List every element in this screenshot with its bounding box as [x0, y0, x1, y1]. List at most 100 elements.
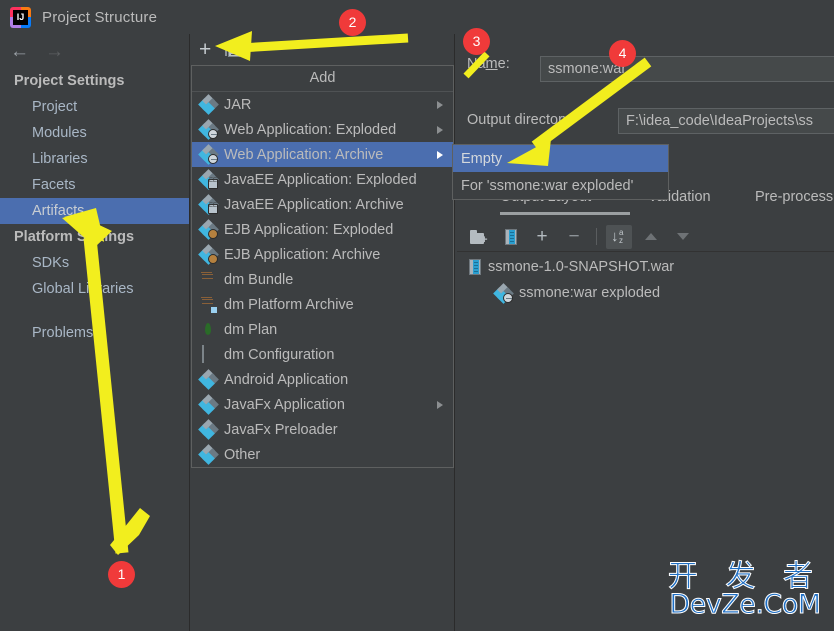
menu-item-ejb-application-exploded[interactable]: EJB Application: Exploded	[192, 217, 453, 242]
menu-item-web-application-archive[interactable]: Web Application: Archive	[192, 142, 453, 167]
artifacts-toolbar: +	[191, 34, 454, 65]
add-menu-header: Add	[192, 66, 453, 92]
sidebar-item-project[interactable]: Project	[0, 94, 189, 120]
page-title: Project Structure	[42, 8, 158, 26]
add-directory-icon[interactable]: +	[465, 225, 491, 249]
artifact-icon	[198, 394, 219, 415]
menu-item-label: Web Application: Exploded	[224, 121, 397, 138]
annotation-badge-4: 4	[609, 40, 636, 67]
dm-platform-icon	[200, 296, 218, 314]
menu-item-label: Android Application	[224, 371, 349, 388]
name-input[interactable]: ssmone:war	[540, 56, 834, 82]
menu-item-javaee-application-exploded[interactable]: JavaEE Application: Exploded	[192, 167, 453, 192]
tree-row[interactable]: ssmone-1.0-SNAPSHOT.war	[457, 254, 834, 280]
sidebar-group-project-settings: Project Settings	[14, 73, 125, 89]
sidebar-item-artifacts[interactable]: Artifacts	[0, 198, 189, 224]
menu-item-label: Other	[224, 446, 261, 463]
project-structure-dialog: IJ Project Structure ← → Project Setting…	[0, 0, 834, 631]
javaee-artifact-icon	[198, 194, 219, 215]
add-artifact-menu: Add JAR Web Application: Exploded Web Ap…	[191, 65, 454, 468]
sidebar-item-global-libraries[interactable]: Global Libraries	[0, 276, 189, 302]
title-bar: IJ Project Structure	[0, 0, 834, 34]
web-artifact-icon	[198, 119, 219, 140]
output-directory-row: Output directory:	[467, 111, 574, 129]
list-icon[interactable]	[225, 42, 241, 57]
dm-config-icon	[200, 345, 217, 363]
sidebar-item-modules[interactable]: Modules	[0, 120, 189, 146]
submenu-item-for-exploded[interactable]: For 'ssmone:war exploded'	[453, 172, 668, 199]
menu-item-label: JavaFx Application	[224, 396, 345, 413]
submenu-item-empty[interactable]: Empty	[453, 145, 668, 172]
dm-plan-icon	[200, 321, 217, 338]
sidebar-item-facets[interactable]: Facets	[0, 172, 189, 198]
move-up-icon[interactable]	[638, 225, 664, 249]
output-layout-tree: ssmone-1.0-SNAPSHOT.war ssmone:war explo…	[457, 254, 834, 306]
nav-arrows: ← →	[0, 34, 189, 68]
menu-item-javaee-application-archive[interactable]: JavaEE Application: Archive	[192, 192, 453, 217]
artifact-icon	[198, 419, 219, 440]
artifact-details-panel: Name: ssmone:war Output directory: F:\id…	[455, 34, 834, 631]
plus-icon[interactable]: +	[199, 39, 211, 60]
artifact-icon	[198, 444, 219, 465]
sidebar-item-sdks[interactable]: SDKs	[0, 250, 189, 276]
menu-item-label: JAR	[224, 96, 252, 113]
settings-sidebar: ← → Project Settings Project Modules Lib…	[0, 34, 190, 631]
war-archive-icon	[469, 259, 481, 275]
artifact-icon	[198, 369, 219, 390]
tree-item-label: ssmone:war exploded	[519, 285, 661, 301]
arrow-right-icon[interactable]: →	[45, 42, 64, 61]
menu-item-label: dm Bundle	[224, 271, 294, 288]
javaee-artifact-icon	[198, 169, 219, 190]
dm-bundle-icon	[200, 271, 217, 288]
web-artifact-icon	[493, 282, 514, 304]
sidebar-item-problems[interactable]: Problems	[0, 320, 189, 346]
menu-item-javafx-application[interactable]: JavaFx Application	[192, 392, 453, 417]
chevron-right-icon	[437, 150, 443, 159]
menu-item-other[interactable]: Other	[192, 442, 453, 467]
menu-item-dm-plan[interactable]: dm Plan	[192, 317, 453, 342]
output-layout-toolbar: + + − ↓ a z	[457, 222, 834, 252]
menu-item-ejb-application-archive[interactable]: EJB Application: Archive	[192, 242, 453, 267]
tab-pre-processing[interactable]: Pre-processing	[755, 189, 834, 205]
move-down-icon[interactable]	[670, 225, 696, 249]
tree-item-label: ssmone-1.0-SNAPSHOT.war	[488, 259, 675, 275]
web-artifact-icon	[198, 144, 219, 165]
chevron-right-icon	[437, 400, 443, 409]
chevron-right-icon	[437, 125, 443, 134]
add-archive-icon[interactable]	[497, 225, 523, 249]
intellij-idea-icon: IJ	[10, 6, 31, 28]
chevron-right-icon	[437, 100, 443, 109]
menu-item-label: JavaEE Application: Exploded	[224, 171, 417, 188]
remove-icon[interactable]: −	[561, 225, 587, 249]
menu-item-dm-configuration[interactable]: dm Configuration	[192, 342, 453, 367]
add-copy-icon[interactable]: +	[529, 225, 555, 249]
menu-item-label: dm Configuration	[224, 346, 335, 363]
tree-row[interactable]: ssmone:war exploded	[457, 280, 834, 306]
annotation-badge-1: 1	[108, 561, 135, 588]
output-directory-label: Output directory:	[467, 112, 575, 128]
menu-item-dm-bundle[interactable]: dm Bundle	[192, 267, 453, 292]
menu-item-label: EJB Application: Archive	[224, 246, 381, 263]
menu-item-javafx-preloader[interactable]: JavaFx Preloader	[192, 417, 453, 442]
arrow-left-icon[interactable]: ←	[10, 42, 29, 61]
sidebar-group-platform-settings: Platform Settings	[14, 229, 135, 245]
menu-item-jar[interactable]: JAR	[192, 92, 453, 117]
name-row: Name:	[467, 56, 510, 72]
archive-type-submenu: Empty For 'ssmone:war exploded'	[452, 144, 669, 200]
menu-item-label: EJB Application: Exploded	[224, 221, 394, 238]
menu-item-label: dm Plan	[224, 321, 278, 338]
ejb-artifact-icon	[198, 219, 219, 240]
watermark: 开 发 者 DevZe.CoM	[667, 560, 822, 620]
menu-item-label: Web Application: Archive	[224, 146, 384, 163]
menu-item-android-application[interactable]: Android Application	[192, 367, 453, 392]
menu-item-web-application-exploded[interactable]: Web Application: Exploded	[192, 117, 453, 142]
sidebar-item-libraries[interactable]: Libraries	[0, 146, 189, 172]
menu-item-dm-platform-archive[interactable]: dm Platform Archive	[192, 292, 453, 317]
output-directory-input[interactable]: F:\idea_code\IdeaProjects\ss	[618, 108, 834, 134]
artifact-icon	[198, 94, 219, 115]
sort-alphabetically-icon[interactable]: ↓ a z	[606, 224, 632, 249]
annotation-badge-3: 3	[463, 28, 490, 55]
menu-item-label: JavaFx Preloader	[224, 421, 338, 438]
menu-item-label: JavaEE Application: Archive	[224, 196, 404, 213]
ejb-artifact-icon	[198, 244, 219, 265]
